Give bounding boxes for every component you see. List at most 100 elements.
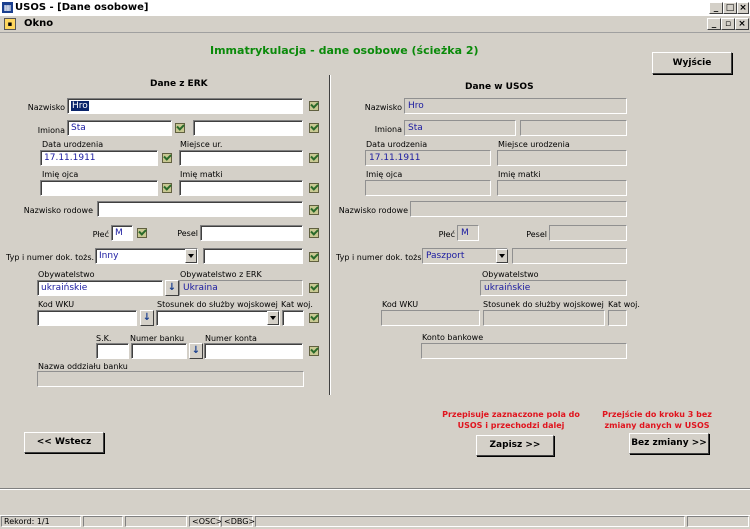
erk-pesel-checkbox[interactable]: [309, 228, 319, 238]
erk-birth-date-field[interactable]: 17.11.1911: [40, 150, 158, 166]
bottom-separator-highlight: [0, 489, 750, 490]
erk-citizenship-field[interactable]: ukraińskie: [37, 280, 163, 296]
erk-section-title: Dane z ERK: [150, 79, 208, 89]
erk-birth-place-field[interactable]: [179, 150, 303, 166]
usos-sex-field: M: [457, 225, 479, 241]
usos-birth-date-field: 17.11.1911: [365, 150, 491, 166]
usos-id-doc-label: Typ i numer dok. tożs.: [336, 253, 425, 262]
erk-mil-cat-field[interactable]: [282, 310, 304, 326]
arrow-down-icon[interactable]: ↓: [165, 280, 179, 296]
erk-military-label: Stosunek do służby wojskowej: [157, 300, 278, 309]
usos-father-name-label: Imię ojca: [366, 170, 403, 179]
erk-first-names-label: Imiona: [37, 126, 65, 135]
erk-account-no-label: Numer konta: [205, 334, 257, 343]
erk-father-name-field[interactable]: [40, 180, 158, 196]
usos-military-label: Stosunek do służby wojskowej: [483, 300, 604, 309]
erk-wku-field[interactable]: [37, 310, 137, 326]
status-field-empty-2: [125, 516, 187, 527]
no-change-button[interactable]: Bez zmiany >>: [629, 433, 709, 454]
erk-sk-label: S.K.: [96, 334, 112, 343]
usos-mother-name-field: [497, 180, 627, 196]
usos-citizenship-label: Obywatelstwo: [482, 270, 539, 279]
usos-military-field: [483, 310, 605, 326]
usos-birth-place-label: Miejsce urodzenia: [498, 140, 570, 149]
mdi-close-button[interactable]: ×: [735, 18, 749, 30]
minimize-button[interactable]: _: [709, 2, 723, 14]
erk-second-name-field[interactable]: [193, 120, 303, 136]
erk-wku-label: Kod WKU: [38, 300, 75, 309]
usos-bank-account-label: Konto bankowe: [422, 333, 484, 342]
usos-family-name-field: [410, 201, 627, 217]
save-hint: Przepisuje zaznaczone pola do USOS i prz…: [442, 410, 580, 430]
erk-father-name-checkbox[interactable]: [162, 183, 172, 193]
divider-highlight: [330, 75, 331, 395]
status-field-message: [255, 516, 685, 527]
chevron-down-icon[interactable]: [267, 311, 279, 325]
usos-birth-place-field: [497, 150, 627, 166]
erk-bank-branch-label: Nazwa oddziału banku: [38, 362, 128, 371]
erk-military-select[interactable]: [156, 310, 280, 326]
erk-surname-field[interactable]: Hro: [67, 98, 303, 114]
erk-family-name-field[interactable]: [97, 201, 303, 217]
usos-mil-cat-field: [608, 310, 627, 326]
status-field-empty-3: [687, 516, 749, 527]
usos-bank-account-field: [421, 343, 627, 359]
usos-first-names-label: Imiona: [374, 125, 402, 134]
erk-id-doc-number-field[interactable]: [203, 248, 303, 264]
erk-surname-checkbox[interactable]: [309, 101, 319, 111]
back-button[interactable]: << Wstecz: [24, 432, 104, 453]
exit-button[interactable]: Wyjście: [652, 52, 732, 74]
record-counter: Rekord: 1/1: [1, 516, 81, 527]
menu-okno[interactable]: Okno: [24, 17, 53, 31]
erk-pesel-field[interactable]: [200, 225, 303, 241]
erk-citizenship-label: Obywatelstwo: [38, 270, 95, 279]
usos-surname-field: Hro: [404, 98, 627, 114]
erk-pesel-label: Pesel: [177, 229, 198, 238]
erk-birth-date-checkbox[interactable]: [162, 153, 172, 163]
usos-section-title: Dane w USOS: [465, 82, 534, 92]
usos-mil-cat-label: Kat woj.: [608, 300, 640, 309]
erk-sk-field[interactable]: [96, 343, 129, 359]
maximize-button[interactable]: □: [723, 2, 737, 14]
erk-id-doc-type-select[interactable]: Inny: [95, 248, 198, 264]
mdi-minimize-button[interactable]: _: [707, 18, 721, 30]
erk-id-doc-label: Typ i numer dok. tożs.: [6, 253, 95, 262]
erk-family-name-checkbox[interactable]: [309, 205, 319, 215]
close-button[interactable]: ×: [737, 2, 749, 14]
usos-surname-label: Nazwisko: [364, 103, 402, 112]
status-osc: <OSC>: [189, 516, 222, 527]
erk-surname-label: Nazwisko: [27, 103, 65, 112]
usos-pesel-label: Pesel: [526, 230, 547, 239]
usos-family-name-label: Nazwisko rodowe: [338, 206, 408, 215]
save-button[interactable]: Zapisz >>: [476, 435, 554, 456]
erk-birth-place-checkbox[interactable]: [309, 153, 319, 163]
arrow-down-icon[interactable]: ↓: [189, 343, 203, 359]
erk-bank-no-field[interactable]: [131, 343, 187, 359]
erk-bank-checkbox[interactable]: [309, 346, 319, 356]
status-field-empty-1: [83, 516, 123, 527]
arrow-down-icon[interactable]: ↓: [140, 310, 154, 326]
erk-mother-name-checkbox[interactable]: [309, 183, 319, 193]
usos-father-name-field: [365, 180, 491, 196]
document-icon[interactable]: ▪: [4, 18, 16, 30]
usos-sex-label: Płeć: [438, 230, 455, 239]
chevron-down-icon[interactable]: [185, 249, 197, 263]
erk-mother-name-field[interactable]: [179, 180, 303, 196]
usos-second-name-field: [520, 120, 627, 136]
usos-mother-name-label: Imię matki: [498, 170, 541, 179]
erk-citizenship-checkbox[interactable]: [309, 283, 319, 293]
erk-account-no-field[interactable]: [204, 343, 303, 359]
erk-mother-name-label: Imię matki: [180, 170, 223, 179]
erk-sex-checkbox[interactable]: [137, 228, 147, 238]
mdi-restore-button[interactable]: ▫: [721, 18, 735, 30]
chevron-down-icon: [496, 249, 508, 263]
usos-pesel-field: [549, 225, 627, 241]
erk-id-doc-checkbox[interactable]: [309, 252, 319, 262]
erk-first-name-checkbox[interactable]: [175, 123, 185, 133]
erk-military-checkbox[interactable]: [309, 313, 319, 323]
erk-first-name-field[interactable]: Sta: [67, 120, 172, 136]
erk-second-name-checkbox[interactable]: [309, 123, 319, 133]
menu-bar: ▪ Okno _ ▫ ×: [0, 16, 750, 33]
erk-sex-field[interactable]: M: [111, 225, 133, 241]
usos-id-doc-number-field: [512, 248, 627, 264]
